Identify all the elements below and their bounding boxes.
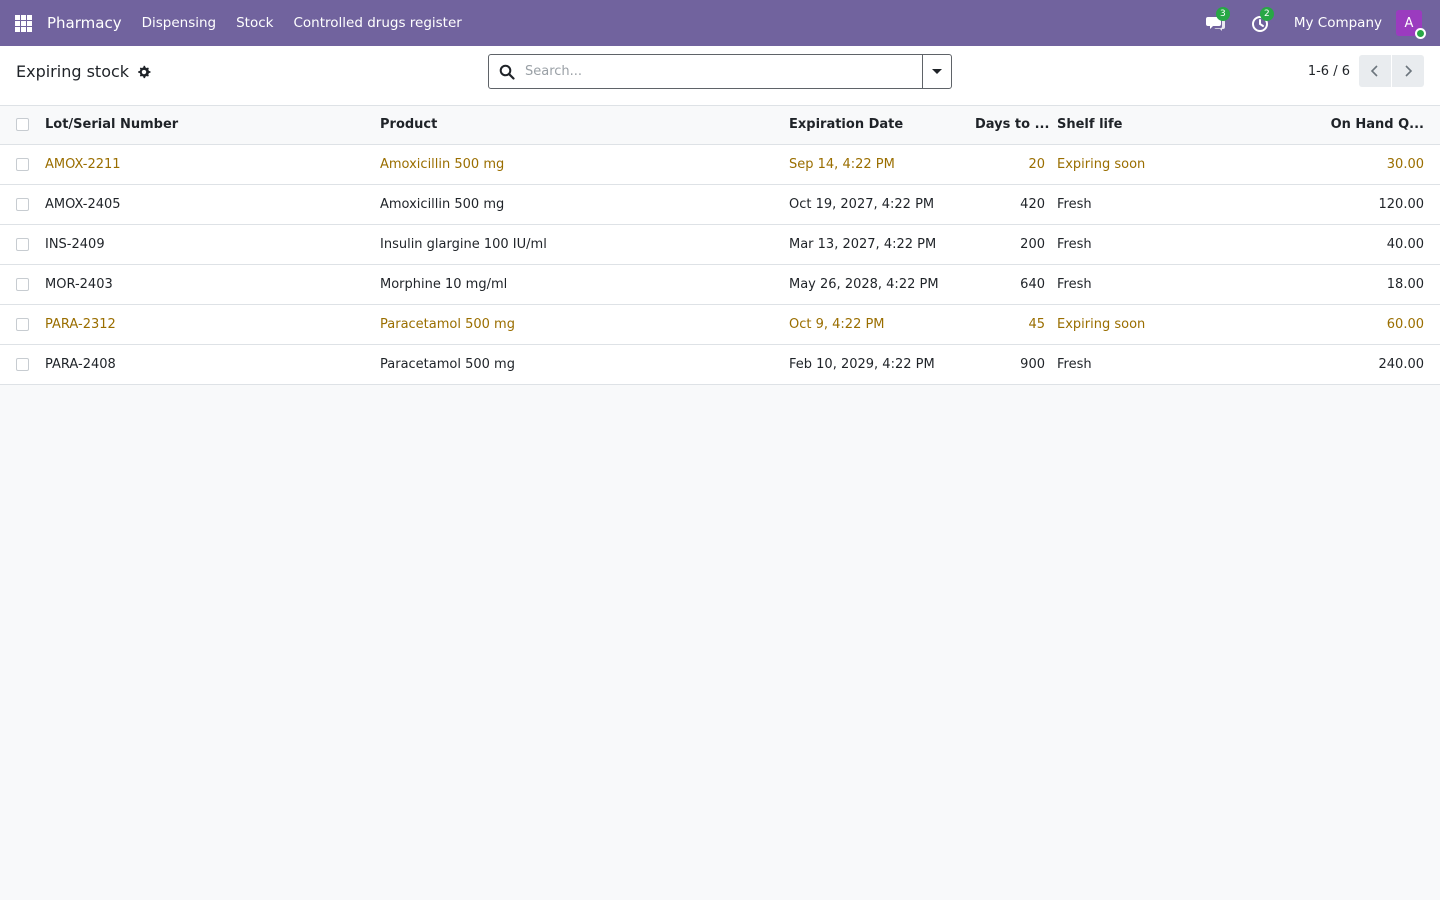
- messages-badge: 3: [1215, 7, 1230, 21]
- activities-button[interactable]: 2: [1250, 7, 1274, 33]
- column-header-shelf-life[interactable]: Shelf life: [1051, 106, 1263, 145]
- cell-on-hand-qty: 30.00: [1263, 144, 1440, 185]
- cell-shelf-life: Fresh: [1051, 344, 1263, 385]
- chevron-left-icon: [1370, 65, 1378, 77]
- navbar-systray: 3 2 My Company A: [1205, 0, 1440, 46]
- row-select-cell: [0, 144, 39, 185]
- cell-shelf-life: Fresh: [1051, 184, 1263, 225]
- app-brand[interactable]: Pharmacy: [47, 14, 122, 32]
- cell-product: Paracetamol 500 mg: [374, 304, 783, 345]
- cell-expiration-date: Sep 14, 4:22 PM: [783, 144, 969, 185]
- menu-item-dispensing[interactable]: Dispensing: [142, 15, 217, 31]
- cell-lot: MOR-2403: [39, 264, 374, 305]
- user-avatar[interactable]: A: [1396, 10, 1426, 39]
- search-options-toggle[interactable]: [922, 55, 951, 88]
- select-all-checkbox[interactable]: [16, 118, 29, 132]
- list-view: Lot/Serial Number Product Expiration Dat…: [0, 106, 1440, 385]
- column-header-lot[interactable]: Lot/Serial Number: [39, 106, 374, 145]
- cell-expiration-date: May 26, 2028, 4:22 PM: [783, 264, 969, 305]
- column-header-on-hand-qty[interactable]: On Hand Q...: [1263, 106, 1440, 145]
- cell-lot: INS-2409: [39, 224, 374, 265]
- cell-expiration-date: Oct 19, 2027, 4:22 PM: [783, 184, 969, 225]
- column-header-days-to-expiry[interactable]: Days to ...: [969, 106, 1051, 145]
- row-select-cell: [0, 304, 39, 345]
- cell-on-hand-qty: 18.00: [1263, 264, 1440, 305]
- control-panel: Expiring stock 1-6 / 6: [0, 46, 1440, 106]
- company-switcher[interactable]: My Company: [1294, 15, 1382, 31]
- search-input[interactable]: [525, 55, 922, 88]
- cell-product: Morphine 10 mg/ml: [374, 264, 783, 305]
- cell-lot: PARA-2408: [39, 344, 374, 385]
- cell-shelf-life: Fresh: [1051, 224, 1263, 265]
- table-row[interactable]: MOR-2403 Morphine 10 mg/ml May 26, 2028, 4…: [0, 264, 1440, 305]
- pager-next-button[interactable]: [1392, 55, 1424, 87]
- cell-days-to-expiry: 640: [969, 264, 1051, 305]
- row-checkbox[interactable]: [16, 317, 29, 331]
- row-checkbox[interactable]: [16, 237, 29, 251]
- cell-days-to-expiry: 900: [969, 344, 1051, 385]
- caret-down-icon: [932, 69, 942, 74]
- cell-lot: AMOX-2405: [39, 184, 374, 225]
- expiring-stock-table: Lot/Serial Number Product Expiration Dat…: [0, 106, 1440, 385]
- apps-grid-icon: [14, 14, 32, 32]
- avatar-initial: A: [1404, 15, 1414, 31]
- page-title: Expiring stock: [16, 62, 130, 81]
- table-row[interactable]: PARA-2408 Paracetamol 500 mg Feb 10, 2029,…: [0, 344, 1440, 385]
- row-select-cell: [0, 264, 39, 305]
- cell-days-to-expiry: 45: [969, 304, 1051, 345]
- cell-days-to-expiry: 200: [969, 224, 1051, 265]
- chevron-right-icon: [1405, 65, 1413, 77]
- row-select-cell: [0, 224, 39, 265]
- table-row[interactable]: INS-2409 Insulin glargine 100 IU/ml Mar 13…: [0, 224, 1440, 265]
- cell-shelf-life: Expiring soon: [1051, 304, 1263, 345]
- menu-item-stock[interactable]: Stock: [236, 15, 273, 31]
- row-checkbox[interactable]: [16, 277, 29, 291]
- row-checkbox[interactable]: [16, 197, 29, 211]
- pager-value[interactable]: 1-6 / 6: [1308, 64, 1350, 79]
- cell-on-hand-qty: 120.00: [1263, 184, 1440, 225]
- activities-badge: 2: [1259, 7, 1274, 21]
- cell-on-hand-qty: 60.00: [1263, 304, 1440, 345]
- cell-lot: AMOX-2211: [39, 144, 374, 185]
- cell-expiration-date: Mar 13, 2027, 4:22 PM: [783, 224, 969, 265]
- row-checkbox[interactable]: [16, 357, 29, 371]
- table-header-row: Lot/Serial Number Product Expiration Dat…: [0, 106, 1440, 145]
- cell-days-to-expiry: 420: [969, 184, 1051, 225]
- breadcrumb: Expiring stock: [16, 62, 151, 81]
- cell-on-hand-qty: 40.00: [1263, 224, 1440, 265]
- cell-expiration-date: Feb 10, 2029, 4:22 PM: [783, 344, 969, 385]
- cell-shelf-life: Fresh: [1051, 264, 1263, 305]
- cell-on-hand-qty: 240.00: [1263, 344, 1440, 385]
- search-icon: [499, 64, 515, 80]
- cell-product: Insulin glargine 100 IU/ml: [374, 224, 783, 265]
- cell-shelf-life: Expiring soon: [1051, 144, 1263, 185]
- column-header-expiration-date[interactable]: Expiration Date: [783, 106, 969, 145]
- online-status-dot: [1415, 28, 1426, 39]
- row-checkbox[interactable]: [16, 157, 29, 171]
- pager: 1-6 / 6: [1308, 54, 1424, 88]
- cell-product: Amoxicillin 500 mg: [374, 144, 783, 185]
- cell-product: Amoxicillin 500 mg: [374, 184, 783, 225]
- select-all-cell: [0, 106, 39, 145]
- pager-previous-button[interactable]: [1359, 55, 1391, 87]
- cell-product: Paracetamol 500 mg: [374, 344, 783, 385]
- top-navbar: Pharmacy Dispensing Stock Controlled dru…: [0, 0, 1440, 46]
- cell-days-to-expiry: 20: [969, 144, 1051, 185]
- row-select-cell: [0, 184, 39, 225]
- table-row[interactable]: AMOX-2405 Amoxicillin 500 mg Oct 19, 2027,…: [0, 184, 1440, 225]
- menu-item-controlled-drugs-register[interactable]: Controlled drugs register: [293, 15, 461, 31]
- cell-expiration-date: Oct 9, 4:22 PM: [783, 304, 969, 345]
- apps-menu-button[interactable]: [0, 0, 46, 46]
- cell-lot: PARA-2312: [39, 304, 374, 345]
- gear-icon[interactable]: [137, 65, 151, 79]
- column-header-product[interactable]: Product: [374, 106, 783, 145]
- search-bar: [488, 54, 952, 89]
- row-select-cell: [0, 344, 39, 385]
- table-row[interactable]: AMOX-2211 Amoxicillin 500 mg Sep 14, 4:22 …: [0, 144, 1440, 185]
- messages-button[interactable]: 3: [1205, 7, 1230, 33]
- table-row[interactable]: PARA-2312 Paracetamol 500 mg Oct 9, 4:22 P…: [0, 304, 1440, 345]
